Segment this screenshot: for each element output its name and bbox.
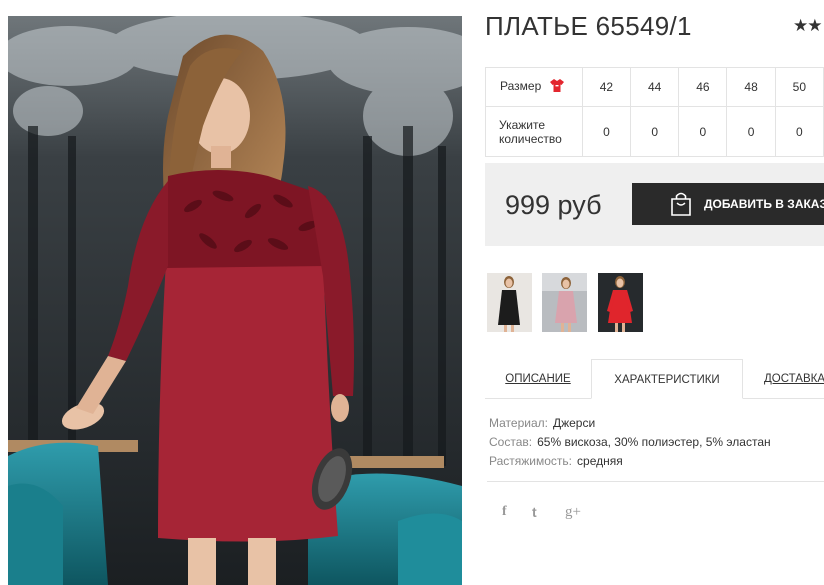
price-panel: 999 руб ДОБАВИТЬ В ЗАКАЗ [485, 163, 824, 246]
quantity-input-46[interactable]: 0 [678, 106, 728, 157]
size-row: Размер 42 44 46 48 50 [485, 67, 824, 107]
shopping-bag-icon [668, 191, 694, 220]
thumbnail-pink-dress[interactable] [542, 273, 587, 332]
info-tabs: ОПИСАНИЕ ХАРАКТЕРИСТИКИ ДОСТАВКА И [485, 359, 824, 399]
characteristics-list: Материал: Джерси Состав: 65% вискоза, 30% … [489, 414, 771, 471]
spec-value-stretch: средняя [577, 454, 623, 468]
facebook-icon[interactable]: f [502, 504, 507, 520]
thumbnail-black-dress[interactable] [487, 273, 532, 332]
quantity-label-line1: Укажите [499, 117, 546, 132]
tab-description[interactable]: ОПИСАНИЕ [485, 359, 591, 399]
quantity-row: Укажите количество 0 0 0 0 0 [485, 106, 824, 157]
spec-row-material: Материал: Джерси [489, 414, 771, 433]
spec-key-stretch: Растяжимость: [489, 454, 573, 468]
tab-delivery-label: ДОСТАВКА И [764, 373, 824, 385]
rating-stars[interactable]: ★★ [793, 16, 823, 36]
quantity-input-42[interactable]: 0 [581, 106, 632, 157]
spec-key-composition: Состав: [489, 435, 533, 449]
spec-key-material: Материал: [489, 416, 548, 430]
dress-model-image [8, 16, 462, 585]
tab-description-label: ОПИСАНИЕ [505, 373, 571, 385]
size-46: 46 [678, 67, 728, 107]
product-title: ПЛАТЬЕ 65549/1 [485, 11, 692, 41]
section-divider [487, 481, 824, 482]
size-48: 48 [726, 67, 776, 107]
price: 999 руб [505, 190, 602, 220]
spec-row-composition: Состав: 65% вискоза, 30% полиэстер, 5% эл… [489, 433, 771, 452]
add-to-order-button[interactable]: ДОБАВИТЬ В ЗАКАЗ [632, 183, 824, 225]
main-product-photo[interactable] [8, 16, 462, 585]
add-to-order-label: ДОБАВИТЬ В ЗАКАЗ [704, 197, 824, 211]
size-50: 50 [774, 67, 824, 107]
size-label: Размер [500, 79, 542, 93]
spec-value-composition: 65% вискоза, 30% полиэстер, 5% эластан [537, 435, 771, 449]
quantity-input-44[interactable]: 0 [630, 106, 680, 157]
quantity-input-48[interactable]: 0 [726, 106, 776, 157]
spec-row-stretch: Растяжимость: средняя [489, 452, 771, 471]
tab-characteristics-label: ХАРАКТЕРИСТИКИ [614, 374, 720, 386]
size-44: 44 [630, 67, 680, 107]
quantity-label-cell: Укажите количество [485, 106, 583, 157]
size-table: Размер 42 44 46 48 50 Укажите количество… [485, 67, 824, 157]
quantity-input-50[interactable]: 0 [774, 106, 824, 157]
size-42: 42 [581, 67, 632, 107]
dress-icon[interactable] [549, 79, 564, 95]
twitter-icon[interactable]: t [532, 504, 537, 520]
google-plus-icon[interactable]: g+ [565, 504, 581, 521]
spec-value-material: Джерси [552, 416, 596, 430]
thumbnail-red-dress[interactable] [598, 273, 643, 332]
tab-delivery[interactable]: ДОСТАВКА И [743, 359, 824, 399]
tab-characteristics[interactable]: ХАРАКТЕРИСТИКИ [591, 359, 743, 399]
quantity-label-line2: количество [499, 131, 562, 146]
size-label-cell: Размер [485, 67, 583, 107]
